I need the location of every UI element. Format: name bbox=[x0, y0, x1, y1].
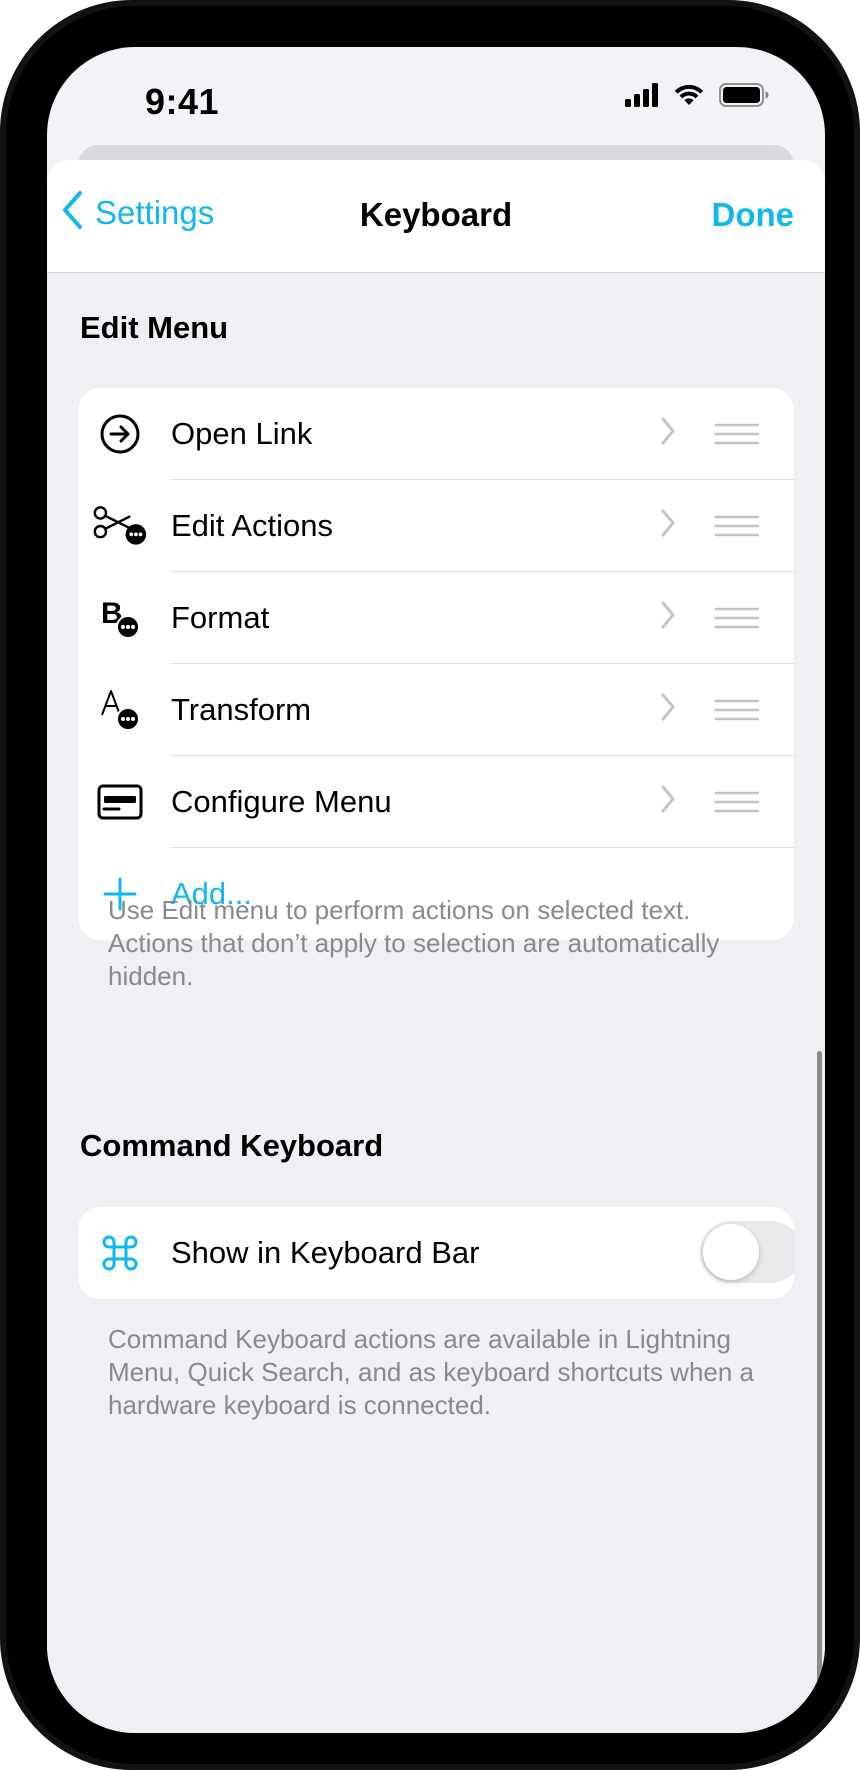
edit-menu-item-open-link[interactable]: Open Link bbox=[78, 388, 794, 480]
done-button[interactable]: Done bbox=[712, 196, 795, 234]
reorder-handle-icon[interactable] bbox=[714, 606, 760, 635]
battery-icon bbox=[719, 83, 769, 112]
command-keyboard-footer: Command Keyboard actions are available i… bbox=[108, 1324, 755, 1420]
reorder-handle-icon[interactable] bbox=[714, 422, 760, 451]
chevron-right-icon bbox=[660, 784, 676, 819]
edit-menu-item-label: Configure Menu bbox=[171, 784, 392, 819]
edit-menu-item-label: Edit Actions bbox=[171, 508, 333, 543]
edit-menu-footer: Use Edit menu to perform actions on sele… bbox=[108, 895, 720, 991]
chevron-right-icon bbox=[660, 416, 676, 451]
chevron-right-icon bbox=[660, 508, 676, 543]
phone-bezel: 9:41 Settings Keyboard Done Edit Menu Op… bbox=[6, 6, 854, 1764]
letter-a-ellipsis-icon bbox=[92, 684, 148, 736]
cellular-signal-icon bbox=[625, 83, 659, 112]
show-in-keyboard-bar-label: Show in Keyboard Bar bbox=[171, 1235, 480, 1270]
status-icons bbox=[625, 83, 769, 112]
keyboard-settings-sheet: Settings Keyboard Done Edit Menu Open Li… bbox=[47, 160, 825, 1733]
status-time: 9:41 bbox=[145, 81, 220, 122]
edit-menu-item-configure-menu[interactable]: Configure Menu bbox=[78, 756, 794, 848]
reorder-handle-icon[interactable] bbox=[714, 514, 760, 543]
toggle-knob bbox=[703, 1224, 759, 1280]
command-keyboard-list: Show in Keyboard Bar bbox=[78, 1207, 794, 1299]
bold-ellipsis-icon: B bbox=[92, 592, 148, 644]
scroll-indicator[interactable] bbox=[817, 1051, 822, 1733]
edit-menu-item-edit-actions[interactable]: Edit Actions bbox=[78, 480, 794, 572]
command-key-icon bbox=[92, 1227, 148, 1279]
status-bar: 9:41 bbox=[47, 47, 825, 147]
edit-menu-header: Edit Menu bbox=[80, 310, 229, 345]
edit-menu-item-format[interactable]: B Format bbox=[78, 572, 794, 664]
wifi-icon bbox=[673, 83, 705, 112]
arrow-circle-right-icon bbox=[92, 408, 148, 460]
phone-frame: 9:41 Settings Keyboard Done Edit Menu Op… bbox=[0, 0, 860, 1770]
screen: 9:41 Settings Keyboard Done Edit Menu Op… bbox=[47, 47, 825, 1733]
edit-menu-item-transform[interactable]: Transform bbox=[78, 664, 794, 756]
edit-menu-item-label: Transform bbox=[171, 692, 312, 727]
edit-menu-item-label: Open Link bbox=[171, 416, 313, 451]
chevron-right-icon bbox=[660, 600, 676, 635]
nav-bar: Settings Keyboard Done bbox=[47, 160, 825, 273]
edit-menu-list: Open Link Edit Actions B Format Transfor… bbox=[78, 388, 794, 940]
scissors-ellipsis-icon bbox=[92, 500, 148, 552]
reorder-handle-icon[interactable] bbox=[714, 698, 760, 727]
command-keyboard-header: Command Keyboard bbox=[80, 1128, 384, 1163]
chevron-right-icon bbox=[660, 692, 676, 727]
show-in-keyboard-bar-toggle[interactable] bbox=[700, 1221, 794, 1283]
reorder-handle-icon[interactable] bbox=[714, 790, 760, 819]
edit-menu-item-label: Format bbox=[171, 600, 270, 635]
menu-card-icon bbox=[92, 776, 148, 828]
show-in-keyboard-bar-row: Show in Keyboard Bar bbox=[78, 1207, 794, 1299]
page-title: Keyboard bbox=[359, 196, 513, 233]
